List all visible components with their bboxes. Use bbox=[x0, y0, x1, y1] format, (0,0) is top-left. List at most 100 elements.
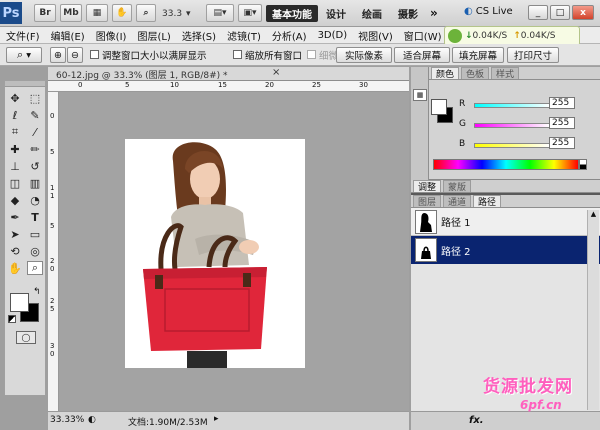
tab-channels[interactable]: 通道 bbox=[443, 195, 472, 208]
blur-tool-icon[interactable]: ◆ bbox=[7, 193, 23, 207]
workspace-design[interactable]: 设计 bbox=[320, 5, 352, 22]
download-speed: 0.04K/S bbox=[472, 31, 508, 41]
tab-paths[interactable]: 路径 bbox=[473, 195, 502, 208]
eraser-tool-icon[interactable]: ◫ bbox=[7, 176, 23, 190]
scrubby-zoom-checkbox[interactable] bbox=[307, 50, 316, 59]
bridge-button[interactable]: Br bbox=[34, 4, 56, 22]
crop-tool-icon[interactable]: ⌗ bbox=[7, 125, 23, 139]
zoom-select[interactable]: 33.3 ▾ bbox=[162, 6, 202, 21]
paths-panel-tabs: 图层 通道 路径 bbox=[411, 195, 600, 208]
3d-orbit-tool-icon[interactable]: ◎ bbox=[27, 244, 43, 258]
eyedropper-tool-icon[interactable]: ⁄ bbox=[27, 125, 43, 139]
path-row-2-selected[interactable]: 路径 2 bbox=[411, 236, 600, 264]
scroll-up-icon[interactable]: ▲ bbox=[588, 210, 599, 218]
green-value-input[interactable]: 255 bbox=[549, 117, 575, 129]
actual-pixels-button[interactable]: 实际像素 bbox=[336, 47, 392, 63]
red-value-input[interactable]: 255 bbox=[549, 97, 575, 109]
menu-3d[interactable]: 3D(D) bbox=[318, 30, 348, 41]
red-slider[interactable] bbox=[474, 103, 550, 108]
status-info-icon[interactable]: ◐ bbox=[88, 415, 96, 425]
zoom-level-field[interactable]: 33.33% bbox=[50, 415, 84, 425]
more-workspaces[interactable]: » bbox=[430, 6, 438, 20]
arrange-documents-button[interactable]: ▤▾ bbox=[206, 4, 234, 22]
document-tab[interactable]: 60-12.jpg @ 33.3% (图层 1, RGB/8#) * × bbox=[48, 67, 409, 81]
tab-styles[interactable]: 样式 bbox=[491, 67, 520, 80]
lasso-tool-icon[interactable]: ℓ bbox=[7, 108, 23, 122]
pen-tool-icon[interactable]: ✒ bbox=[7, 210, 23, 224]
close-icon[interactable]: × bbox=[272, 67, 280, 78]
ruler-tick: 30 bbox=[359, 81, 368, 89]
menu-analysis[interactable]: 分析(A) bbox=[272, 28, 307, 43]
history-brush-tool-icon[interactable]: ↺ bbox=[27, 159, 43, 173]
hand-tool-icon[interactable]: ✋ bbox=[7, 261, 23, 275]
zoom-tool-icon[interactable]: ⌕ bbox=[27, 261, 43, 275]
tab-masks[interactable]: 蒙版 bbox=[443, 180, 472, 193]
quick-mask-icon[interactable]: ◯ bbox=[16, 331, 36, 344]
fill-screen-button[interactable]: 填充屏幕 bbox=[452, 47, 504, 63]
zoom-out-icon: ⊖ bbox=[71, 49, 79, 61]
fx-icon[interactable]: fx. bbox=[469, 415, 484, 426]
options-bar: ⌕ ▾ ⊕ ⊖ 调整窗口大小以满屏显示 缩放所有窗口 细微缩放 实际像素 适合屏… bbox=[0, 44, 600, 66]
zoom-tool-button[interactable]: ⌕ bbox=[136, 4, 156, 22]
tab-swatches[interactable]: 色板 bbox=[461, 67, 490, 80]
tab-adjustments[interactable]: 调整 bbox=[413, 180, 442, 193]
zoom-all-checkbox[interactable] bbox=[233, 50, 242, 59]
brush-tool-icon[interactable]: ✏ bbox=[27, 142, 43, 156]
menu-file[interactable]: 文件(F) bbox=[6, 28, 40, 43]
move-tool-icon[interactable]: ✥ bbox=[7, 91, 23, 105]
3d-rotate-tool-icon[interactable]: ⟲ bbox=[7, 244, 23, 258]
path-row-1[interactable]: 路径 1 bbox=[411, 208, 600, 236]
type-tool-icon[interactable]: T bbox=[27, 210, 43, 224]
path-select-tool-icon[interactable]: ➤ bbox=[7, 227, 23, 241]
swap-colors-icon[interactable]: ↰ bbox=[33, 287, 41, 297]
print-size-button[interactable]: 打印尺寸 bbox=[507, 47, 559, 63]
menu-layer[interactable]: 图层(L) bbox=[137, 28, 170, 43]
foreground-color-swatch[interactable] bbox=[10, 293, 29, 312]
panel-icon-strip: ▦ bbox=[411, 67, 429, 180]
workspace-painting[interactable]: 绘画 bbox=[356, 5, 388, 22]
gradient-tool-icon[interactable]: ▥ bbox=[27, 176, 43, 190]
blue-value-input[interactable]: 255 bbox=[549, 137, 575, 149]
blue-slider[interactable] bbox=[474, 143, 550, 148]
zoom-in-button[interactable]: ⊕ bbox=[50, 47, 66, 63]
shape-tool-icon[interactable]: ▭ bbox=[27, 227, 43, 241]
color-spectrum-bar[interactable] bbox=[433, 159, 579, 170]
screen-mode-button[interactable]: ▣▾ bbox=[238, 4, 262, 22]
resize-windows-checkbox[interactable] bbox=[90, 50, 99, 59]
menu-image[interactable]: 图像(I) bbox=[96, 28, 127, 43]
paths-scrollbar[interactable]: ▲ bbox=[587, 210, 599, 410]
marquee-tool-icon[interactable]: ⬚ bbox=[27, 91, 43, 105]
cs-live-icon: ◐ bbox=[464, 6, 473, 17]
menu-select[interactable]: 选择(S) bbox=[182, 28, 216, 43]
zoom-out-button[interactable]: ⊖ bbox=[67, 47, 83, 63]
histogram-icon[interactable]: ▦ bbox=[413, 89, 427, 101]
dodge-tool-icon[interactable]: ◔ bbox=[27, 193, 43, 207]
tab-color[interactable]: 颜色 bbox=[431, 67, 460, 80]
hand-tool-button[interactable]: ✋ bbox=[112, 4, 132, 22]
menu-edit[interactable]: 编辑(E) bbox=[51, 28, 85, 43]
black-white-swatch[interactable] bbox=[579, 159, 587, 170]
minimize-button[interactable]: _ bbox=[528, 5, 548, 20]
menu-filter[interactable]: 滤镜(T) bbox=[227, 28, 261, 43]
tool-preset-picker[interactable]: ⌕ ▾ bbox=[6, 47, 42, 63]
healing-brush-tool-icon[interactable]: ✚ bbox=[7, 142, 23, 156]
view-extras-button[interactable]: ▦ bbox=[86, 4, 108, 22]
cs-live-button[interactable]: ◐ CS Live bbox=[464, 6, 513, 17]
menu-view[interactable]: 视图(V) bbox=[358, 28, 393, 43]
clone-stamp-tool-icon[interactable]: ⊥ bbox=[7, 159, 23, 173]
fit-screen-button[interactable]: 适合屏幕 bbox=[394, 47, 450, 63]
tab-layers[interactable]: 图层 bbox=[413, 195, 442, 208]
minibridge-button[interactable]: Mb bbox=[60, 4, 82, 22]
quick-select-tool-icon[interactable]: ✎ bbox=[27, 108, 43, 122]
default-colors-icon[interactable] bbox=[8, 315, 16, 323]
menu-window[interactable]: 窗口(W) bbox=[404, 28, 442, 43]
arrange-icon: ▤▾ bbox=[213, 8, 227, 18]
document-image[interactable] bbox=[125, 139, 305, 368]
fg-color-chip[interactable] bbox=[431, 99, 447, 115]
maximize-button[interactable]: □ bbox=[550, 5, 570, 20]
green-slider[interactable] bbox=[474, 123, 550, 128]
workspace-essentials[interactable]: 基本功能 bbox=[266, 5, 318, 22]
close-button[interactable]: x bbox=[572, 5, 594, 20]
status-menu-icon[interactable]: ▸ bbox=[214, 414, 219, 424]
workspace-photography[interactable]: 摄影 bbox=[392, 5, 424, 22]
